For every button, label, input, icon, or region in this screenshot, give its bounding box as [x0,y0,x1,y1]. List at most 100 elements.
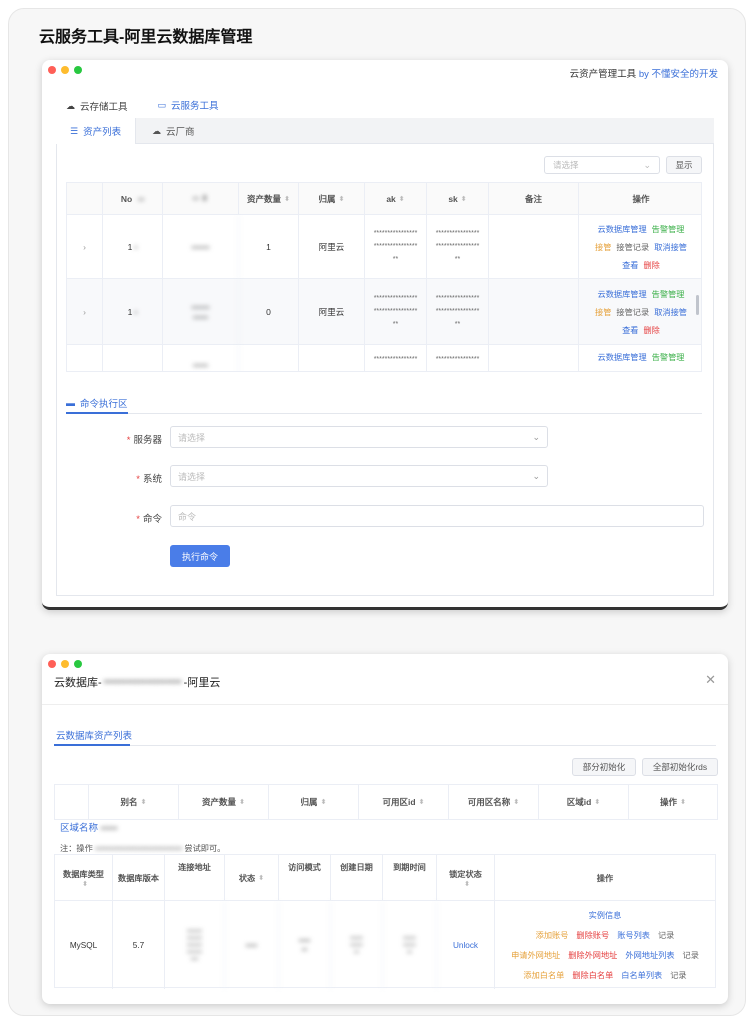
delete-link[interactable]: 删除 [643,324,659,336]
close-dot-icon[interactable] [48,660,56,668]
tab-cloud-vendor[interactable]: ☁ 云厂商 [138,118,209,144]
add-account-link[interactable]: 添加账号 [536,929,569,941]
col-owner[interactable]: 归属 ⬍ [269,785,359,819]
table-row: › 1 ▪ ▪▪▪▪▪▪ ▪▪▪▪▪ 0 阿里云 **************** … [67,279,701,345]
col-actions[interactable]: 操作 ⬍ [629,785,717,819]
view-link[interactable]: 查看 [622,259,638,271]
window-title-by: by 不懂安全的开发 [638,69,718,80]
tab-label: 云服务工具 [171,101,219,112]
col-no[interactable]: No ▪▪ [103,183,163,214]
maximize-dot-icon[interactable] [74,660,82,668]
account-list-link[interactable]: 账号列表 [617,929,650,941]
region-name: 区域名称 ▪▪▪▪▪ [60,823,118,834]
cancel-takeover-link[interactable]: 取消接管 [654,241,687,253]
server-select[interactable]: 请选择 ⌄ [170,426,548,448]
delete-link[interactable]: 删除 [643,259,659,271]
external-list-link[interactable]: 外网地址列表 [625,949,674,961]
delete-whitelist-link[interactable]: 删除白名单 [572,969,613,981]
col-count[interactable]: 资产数量 ⬍ [179,785,269,819]
sort-icon: ⬍ [82,880,88,888]
alert-manage-link[interactable]: 告警管理 [652,223,685,235]
sort-icon: ⬍ [680,799,686,806]
select-placeholder: 请选择 [553,160,579,170]
takeover-link[interactable]: 接管 [595,241,611,253]
row-actions: 云数据库管理 告警管理 [579,345,701,371]
apply-external-link[interactable]: 申请外网地址 [511,949,560,961]
takeover-link[interactable]: 接管 [595,306,611,318]
takeover-log-link[interactable]: 接管记录 [616,306,649,318]
redacted-status: ▪▪▪▪ [225,901,279,989]
col-ak[interactable]: ak ⬍ [365,183,427,214]
alert-manage-link[interactable]: 告警管理 [652,351,685,363]
unlock-link[interactable]: Unlock [437,901,495,989]
whitelist-list-link[interactable]: 白名单列表 [621,969,662,981]
tab-cloud-storage[interactable]: ☁ 云存储工具 [66,98,128,120]
col-lock-state[interactable]: 锁定状态 ⬍ [437,855,495,900]
table-header: No ▪▪ ▪▪ ⬍ 资产数量 ⬍ 归属 ⬍ ak ⬍ sk ⬍ 备注 操作 [67,183,701,215]
ak-masked: **************** [365,345,427,371]
col-alias[interactable]: 别名 ⬍ [89,785,179,819]
db-manage-link[interactable]: 云数据库管理 [598,223,647,235]
col-zone-name[interactable]: 可用区名称 ⬍ [449,785,539,819]
takeover-log-link[interactable]: 接管记录 [616,241,649,253]
execute-command-button[interactable]: 执行命令 [170,545,230,567]
full-init-rds-button[interactable]: 全部初始化rds [642,758,718,776]
partial-init-button[interactable]: 部分初始化 [572,758,636,776]
table-scrollbar[interactable] [696,295,699,315]
section-tab-indicator [66,412,128,414]
redacted-name: ▪▪▪▪▪▪ [163,215,239,278]
tab-cloud-service[interactable]: ▭ 云服务工具 [157,98,219,120]
list-icon: ☰ [70,125,79,136]
db-manage-link[interactable]: 云数据库管理 [598,351,647,363]
record-link[interactable]: 记录 [658,929,674,941]
col-actions: 操作 [632,193,650,204]
show-button[interactable]: 显示 [666,156,702,174]
window-controls [48,660,82,668]
close-dot-icon[interactable] [48,66,56,74]
col-count[interactable]: 资产数量 ⬍ [239,183,299,214]
cloud-icon: ☁ [66,100,75,111]
cloud-icon: ☁ [152,125,161,136]
redacted-note: ▪▪▪▪▪▪▪▪▪▪▪▪▪▪▪▪▪▪▪▪▪▪▪▪▪▪▪▪▪▪ [95,844,183,853]
col-region-id[interactable]: 区域id ⬍ [539,785,629,819]
instance-info-link[interactable]: 实例信息 [589,909,622,921]
col-owner[interactable]: 归属 ⬍ [299,183,365,214]
sort-icon: ⬍ [513,799,520,806]
delete-external-link[interactable]: 删除外网地址 [568,949,617,961]
sort-icon: ⬍ [464,880,470,888]
asset-table: No ▪▪ ▪▪ ⬍ 资产数量 ⬍ 归属 ⬍ ak ⬍ sk ⬍ 备注 操作 › 1 ▪ ▪… [66,182,702,372]
record-link[interactable]: 记录 [683,949,699,961]
col-zone-id[interactable]: 可用区id ⬍ [359,785,449,819]
delete-account-link[interactable]: 删除账号 [576,929,609,941]
command-input[interactable]: 命令 [170,505,704,527]
expand-icon[interactable]: › [67,279,103,344]
sort-icon: ⬍ [460,195,467,203]
col-status[interactable]: 状态 ⬍ [225,855,279,900]
vendor-select[interactable]: 请选择 ⌄ [544,156,660,174]
db-manage-link[interactable]: 云数据库管理 [598,288,647,300]
col-db-type[interactable]: 数据库类型 ⬍ [55,855,113,900]
row-actions: 实例信息 添加账号 删除账号 账号列表 记录 申请外网地址 删除外网地址 外网地址列表 记录… [495,901,715,989]
chevron-down-icon: ⌄ [643,159,651,170]
maximize-dot-icon[interactable] [74,66,82,74]
minimize-dot-icon[interactable] [61,66,69,74]
tab-asset-list[interactable]: ☰ 资产列表 [56,118,137,144]
tab-db-asset-list[interactable]: 云数据库资产列表 [56,728,132,742]
add-whitelist-link[interactable]: 添加白名单 [523,969,564,981]
table-row: › 1 ▪ ▪▪▪▪▪▪ 1 阿里云 **************** *****… [67,215,701,279]
alert-manage-link[interactable]: 告警管理 [652,288,685,300]
col-db-version[interactable]: 数据库版本 [113,855,165,900]
record-link[interactable]: 记录 [670,969,686,981]
redacted-expire-time: ▪▪▪▪▪ ▪▪▪▪▪ ▪▪ [383,901,437,989]
col-access-mode: 访问模式 [279,855,331,900]
expand-icon[interactable]: › [67,215,103,278]
close-icon[interactable]: ✕ [705,672,716,688]
redacted-name: ▪▪▪▪▪▪ ▪▪▪▪▪ [163,279,239,344]
system-select[interactable]: 请选择 ⌄ [170,465,548,487]
col-name[interactable]: ▪▪ ⬍ [163,183,239,214]
cancel-takeover-link[interactable]: 取消接管 [654,306,687,318]
col-sk[interactable]: sk ⬍ [427,183,489,214]
view-link[interactable]: 查看 [622,324,638,336]
minimize-dot-icon[interactable] [61,660,69,668]
window-title: 云资产管理工具 by 不懂安全的开发 [570,66,718,80]
